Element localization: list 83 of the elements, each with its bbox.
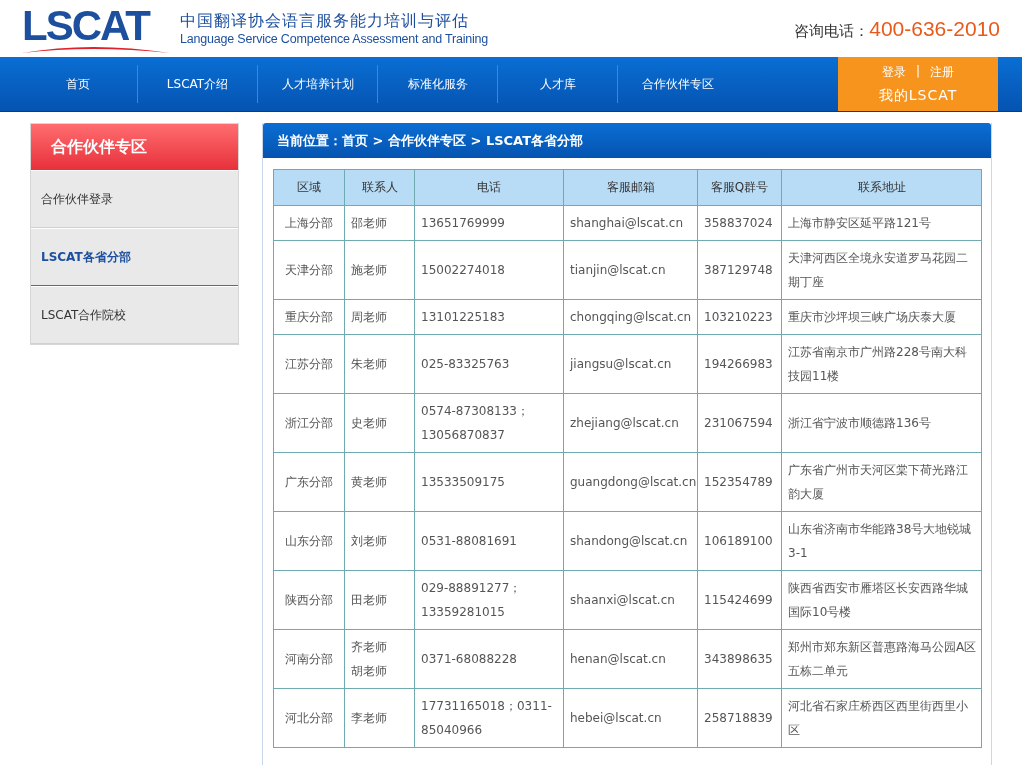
table-cell: 河北省石家庄桥西区西里街西里小 区 [781,688,982,748]
table-cell: 齐老师 胡老师 [344,629,415,689]
table-cell: 朱老师 [344,334,415,394]
table-cell: 郑州市郑东新区普惠路海马公园A区 五栋二单元 [781,629,982,689]
table-cell: 231067594 [697,393,782,453]
table-cell: 天津河西区全境永安道罗马花园二 期丁座 [781,240,982,300]
hotline-number: 400-636-2010 [869,16,1000,41]
table-cell: shandong@lscat.cn [563,511,698,571]
table-cell: 天津分部 [273,240,345,300]
table-cell: zhejiang@lscat.cn [563,393,698,453]
table-cell: jiangsu@lscat.cn [563,334,698,394]
column-header: 客服邮箱 [563,169,698,206]
nav-link[interactable]: LSCAT介绍 [138,65,258,103]
table-cell: 陕西分部 [273,570,345,630]
table-cell: 358837024 [697,205,782,241]
table-cell: chongqing@lscat.cn [563,299,698,335]
table-cell: 0371-68088228 [414,629,564,689]
table-cell: 387129748 [697,240,782,300]
nav-link[interactable]: 人才培养计划 [258,65,378,103]
table-cell: 田老师 [344,570,415,630]
table-cell: 李老师 [344,688,415,748]
table-cell: 河南分部 [273,629,345,689]
column-header: 区域 [273,169,345,206]
sidebar-item[interactable]: LSCAT各省分部 [31,228,238,286]
table-cell: 山东省济南市华能路38号大地锐城 3-1 [781,511,982,571]
table-cell: 106189100 [697,511,782,571]
site-subtitle: Language Service Competence Assessment and Training [180,32,489,46]
nav-link[interactable]: 标准化服务 [378,65,498,103]
table-cell: 重庆市沙坪坝三峡广场庆泰大厦 [781,299,982,335]
table-cell: 258718839 [697,688,782,748]
table-cell: 江苏省南京市广州路228号南大科 技园11楼 [781,334,982,394]
table-cell: 13101225183 [414,299,564,335]
table-cell: 上海分部 [273,205,345,241]
column-header: 联系地址 [781,169,982,206]
table-cell: 025-83325763 [414,334,564,394]
nav-link[interactable]: 人才库 [498,65,618,103]
table-cell: 山东分部 [273,511,345,571]
table-cell: tianjin@lscat.cn [563,240,698,300]
table-cell: guangdong@lscat.cn [563,452,698,512]
table-cell: 15002274018 [414,240,564,300]
table-cell: 029-88891277； 13359281015 [414,570,564,630]
table-cell: 河北分部 [273,688,345,748]
table-cell: 周老师 [344,299,415,335]
table-cell: 194266983 [697,334,782,394]
logo[interactable]: LSCAT [22,3,170,54]
table-cell: 陕西省西安市雁塔区长安西路华城 国际10号楼 [781,570,982,630]
table-cell: 施老师 [344,240,415,300]
breadcrumb: 当前位置：首页 > 合作伙伴专区 > LSCAT各省分部 [263,123,991,158]
table-cell: 广东省广州市天河区棠下荷光路江 韵大厦 [781,452,982,512]
table-cell: henan@lscat.cn [563,629,698,689]
column-header: 电话 [414,169,564,206]
separator: | [915,63,920,80]
table-cell: 17731165018；0311- 85040966 [414,688,564,748]
table-cell: shanghai@lscat.cn [563,205,698,241]
table-cell: 广东分部 [273,452,345,512]
table-cell: 13533509175 [414,452,564,512]
table-cell: 13651769999 [414,205,564,241]
column-header: 联系人 [344,169,415,206]
table-cell: 黄老师 [344,452,415,512]
table-cell: 浙江省宁波市顺德路136号 [781,393,982,453]
hotline-label: 咨询电话： [794,21,870,41]
table-cell: 史老师 [344,393,415,453]
table-cell: 0574-87308133； 13056870837 [414,393,564,453]
table-cell: 江苏分部 [273,334,345,394]
table-cell: 上海市静安区延平路121号 [781,205,982,241]
table-cell: 邵老师 [344,205,415,241]
nav-link[interactable]: 合作伙伴专区 [618,65,737,103]
sidebar-title: 合作伙伴专区 [31,124,238,170]
table-cell: 浙江分部 [273,393,345,453]
nav-link[interactable]: 首页 [18,65,138,103]
table-cell: 152354789 [697,452,782,512]
table-cell: 103210223 [697,299,782,335]
table-cell: shaanxi@lscat.cn [563,570,698,630]
table-cell: hebei@lscat.cn [563,688,698,748]
table-cell: 刘老师 [344,511,415,571]
table-cell: 重庆分部 [273,299,345,335]
sidebar-item[interactable]: LSCAT合作院校 [31,286,238,344]
table-cell: 115424699 [697,570,782,630]
table-cell: 0531-88081691 [414,511,564,571]
column-header: 客服Q群号 [697,169,782,206]
sidebar-item[interactable]: 合作伙伴登录 [31,170,238,228]
table-cell: 343898635 [697,629,782,689]
site-title: 中国翻译协会语言服务能力培训与评估 [180,11,470,32]
